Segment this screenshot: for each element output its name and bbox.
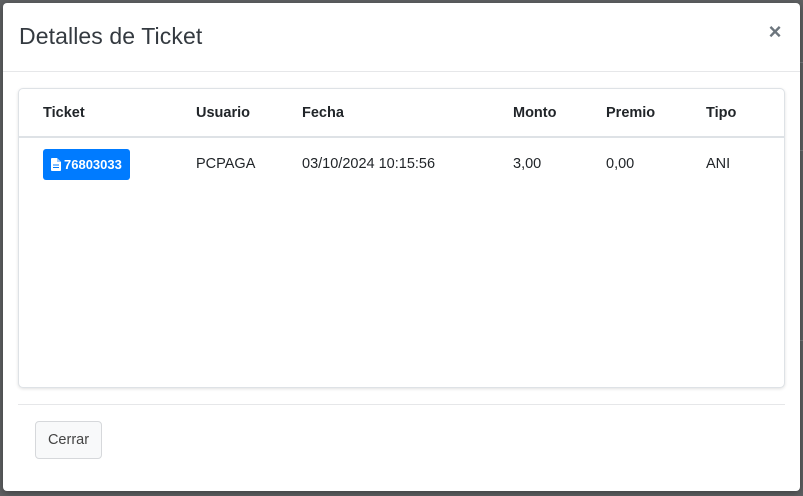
ticket-card: Ticket Usuario Fecha Monto Premio Tipo 7… xyxy=(18,88,785,388)
ticket-table: Ticket Usuario Fecha Monto Premio Tipo 7… xyxy=(19,89,784,190)
table-row: 76803033 PCPAGA 03/10/2024 10:15:56 3,00… xyxy=(19,137,784,190)
header-user: Usuario xyxy=(196,89,302,138)
header-type: Tipo xyxy=(706,89,784,138)
header-amount: Monto xyxy=(513,89,606,138)
file-icon xyxy=(51,158,61,171)
close-icon[interactable]: × xyxy=(764,19,786,45)
cell-type: ANI xyxy=(706,156,731,172)
cell-ticket: 76803033 xyxy=(19,137,196,190)
cell-user: PCPAGA xyxy=(196,156,256,172)
table-header-row: Ticket Usuario Fecha Monto Premio Tipo xyxy=(19,89,784,138)
ticket-number: 76803033 xyxy=(64,157,122,172)
modal-header: Detalles de Ticket × xyxy=(3,3,800,72)
cell-prize: 0,00 xyxy=(606,156,635,172)
modal-title: Detalles de Ticket xyxy=(19,23,203,49)
cell-date: 03/10/2024 10:15:56 xyxy=(302,156,436,172)
cell-amount: 3,00 xyxy=(513,156,542,172)
footer-divider xyxy=(18,404,785,405)
header-prize: Premio xyxy=(606,89,706,138)
ticket-details-modal: Detalles de Ticket × Ticket Usuario Fech… xyxy=(3,3,800,491)
header-date: Fecha xyxy=(302,89,513,138)
ticket-number-button[interactable]: 76803033 xyxy=(43,149,130,180)
header-ticket: Ticket xyxy=(19,89,196,138)
close-button[interactable]: Cerrar xyxy=(35,421,102,459)
